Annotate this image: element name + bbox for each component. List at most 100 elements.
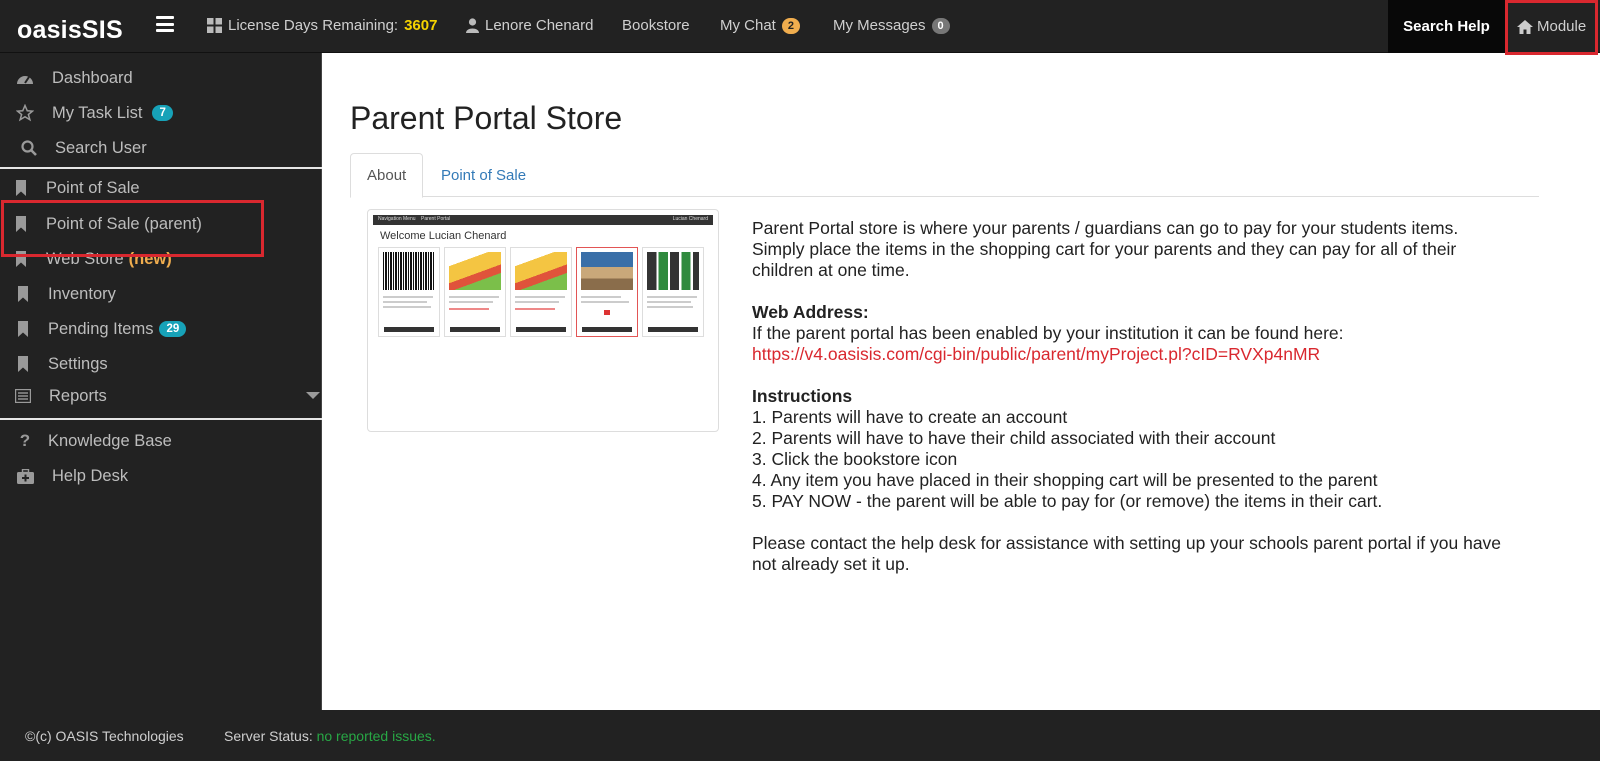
sidebar-item-label: My Task List	[52, 103, 143, 122]
preview-nav-menu: Navigation Menu	[378, 216, 416, 222]
license-days: License Days Remaining: 3607	[207, 17, 437, 34]
intro-text: Parent Portal store is where your parent…	[752, 218, 1459, 280]
license-days-value: 3607	[404, 17, 438, 34]
lottery-image	[449, 252, 501, 290]
sidebar-item-label: Search User	[55, 138, 147, 157]
tab-bar: About Point of Sale	[350, 153, 1539, 198]
sidebar-item-my-task-list[interactable]: My Task List 7	[0, 96, 322, 130]
dashboard-icon	[16, 69, 34, 87]
footer: ©(c) OASIS Technologies Server Status: n…	[0, 710, 1600, 761]
sidebar: Dashboard My Task List 7 Search User Poi…	[0, 53, 322, 710]
grid-icon	[207, 18, 222, 33]
chevron-down-icon[interactable]	[306, 392, 320, 399]
parent-portal-url[interactable]: https://v4.oasisis.com/cgi-bin/public/pa…	[752, 344, 1320, 364]
sidebar-item-pending-items[interactable]: Pending Items 29	[0, 312, 322, 346]
task-count-badge: 7	[152, 105, 173, 121]
my-chat-label: My Chat	[720, 17, 776, 34]
preview-nav-user: Lucian Chenard	[672, 216, 708, 222]
sidebar-item-label: Dashboard	[52, 68, 133, 87]
instruction-step: 2. Parents will have to have their child…	[752, 428, 1276, 448]
sidebar-item-settings[interactable]: Settings	[0, 347, 322, 381]
instruction-step: 3. Click the bookstore icon	[752, 449, 958, 469]
web-address-heading: Web Address:	[752, 302, 869, 322]
sidebar-item-label: Point of Sale (parent)	[46, 214, 202, 233]
my-messages-label: My Messages	[833, 17, 926, 34]
server-status-label: Server Status:	[224, 728, 313, 744]
preview-card-selected	[576, 247, 638, 337]
sidebar-item-inventory[interactable]: Inventory	[0, 277, 322, 311]
sidebar-item-reports[interactable]: Reports	[0, 379, 322, 413]
preview-card	[510, 247, 572, 337]
preview-welcome-text: Welcome Lucian Chenard	[380, 230, 507, 242]
preview-navbar: Navigation Menu Parent Portal Lucian Che…	[373, 215, 713, 225]
top-navbar: oasisSIS License Days Remaining: 3607 Le…	[0, 0, 1600, 53]
menu-toggle-icon[interactable]	[156, 16, 174, 32]
brand-logo[interactable]: oasisSIS	[17, 16, 123, 45]
user-name: Lenore Chenard	[485, 17, 594, 34]
sidebar-item-label: Help Desk	[52, 466, 129, 485]
sidebar-item-point-of-sale-parent[interactable]: Point of Sale (parent)	[0, 207, 322, 241]
preview-card	[642, 247, 704, 337]
sidebar-item-knowledge-base[interactable]: ? Knowledge Base	[0, 424, 322, 458]
search-icon	[20, 139, 38, 157]
my-messages-link[interactable]: My Messages 0	[833, 17, 950, 34]
messages-count-badge: 0	[931, 17, 950, 34]
sidebar-item-web-store[interactable]: Web Store (new)	[0, 242, 322, 276]
bookmark-icon	[12, 215, 30, 233]
campus-store-image	[581, 252, 633, 290]
pending-count-badge: 29	[159, 321, 187, 337]
contact-text: Please contact the help desk for assista…	[752, 533, 1502, 574]
copyright-text: ©(c) OASIS Technologies	[25, 728, 184, 744]
question-icon: ?	[19, 431, 31, 450]
preview-card	[444, 247, 506, 337]
tab-point-of-sale[interactable]: Point of Sale	[425, 153, 542, 197]
sidebar-item-label: Web Store	[46, 249, 124, 268]
user-menu[interactable]: Lenore Chenard	[466, 17, 593, 34]
list-icon	[14, 387, 32, 405]
my-chat-link[interactable]: My Chat 2	[720, 17, 800, 34]
sidebar-divider	[0, 167, 322, 169]
bookstore-link[interactable]: Bookstore	[622, 17, 690, 34]
instruction-step: 5. PAY NOW - the parent will be able to …	[752, 491, 1383, 511]
bookmark-icon	[14, 355, 32, 373]
medkit-icon	[16, 467, 34, 485]
bookmark-icon	[12, 250, 30, 268]
module-label: Module	[1537, 18, 1587, 35]
search-help-button[interactable]: Search Help	[1388, 0, 1505, 53]
sidebar-item-label: Settings	[48, 354, 108, 373]
sidebar-item-label: Pending Items	[48, 319, 154, 338]
sidebar-item-help-desk[interactable]: Help Desk	[0, 459, 322, 493]
preview-card	[378, 247, 440, 337]
server-status-value: no reported issues.	[316, 728, 436, 744]
sidebar-item-label: Reports	[49, 386, 107, 405]
sidebar-divider	[0, 418, 322, 420]
bookmark-icon	[12, 179, 30, 197]
returning-student-image	[515, 252, 567, 290]
chat-count-badge: 2	[781, 17, 800, 34]
sidebar-item-label: Point of Sale	[46, 178, 140, 197]
user-icon	[466, 18, 479, 33]
sidebar-item-dashboard[interactable]: Dashboard	[0, 61, 322, 95]
sidebar-item-search-user[interactable]: Search User	[0, 131, 322, 165]
license-label: License Days Remaining:	[228, 17, 399, 34]
web-address-text: If the parent portal has been enabled by…	[752, 323, 1344, 343]
sidebar-item-label: Inventory	[48, 284, 116, 303]
parent-portal-preview-image: Navigation Menu Parent Portal Lucian Che…	[367, 209, 719, 432]
mobile-app-image	[647, 252, 699, 290]
about-content: Parent Portal store is where your parent…	[752, 218, 1512, 596]
instructions-heading: Instructions	[752, 386, 853, 406]
barcode-image	[383, 252, 435, 290]
sidebar-item-point-of-sale[interactable]: Point of Sale	[0, 171, 322, 205]
bookmark-icon	[14, 320, 32, 338]
preview-nav-title: Parent Portal	[421, 216, 451, 222]
instruction-step: 4. Any item you have placed in their sho…	[752, 470, 1378, 490]
page-title: Parent Portal Store	[350, 100, 623, 136]
bookmark-icon	[14, 285, 32, 303]
module-menu[interactable]: Module	[1505, 0, 1600, 53]
star-icon	[16, 104, 34, 122]
sidebar-item-label: Knowledge Base	[48, 431, 172, 450]
tab-about[interactable]: About	[350, 153, 424, 198]
server-status: Server Status: no reported issues.	[224, 728, 436, 744]
home-icon	[1517, 19, 1533, 34]
new-tag: (new)	[128, 249, 172, 268]
